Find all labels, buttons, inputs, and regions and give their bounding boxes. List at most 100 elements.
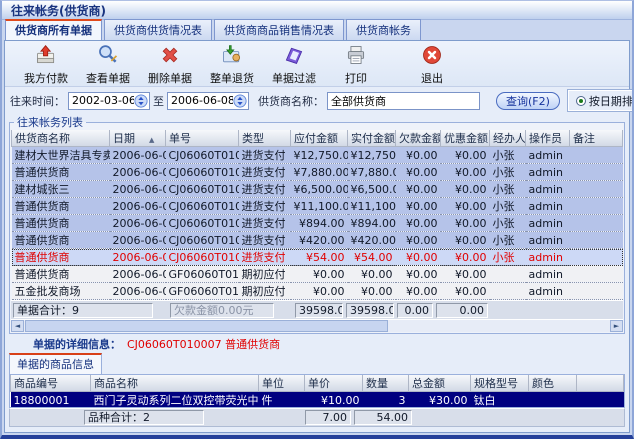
cell <box>570 147 623 164</box>
products-table-wrap: 商品编号 商品名称 单位 单价 数量 总金额 规格型号 颜色 18800001西… <box>9 374 625 408</box>
accounts-group-title: 往来帐务列表 <box>14 114 86 130</box>
cell: admin <box>526 283 570 300</box>
tab-page: 我方付款 查看单据 删除单据 整单退货 <box>4 40 630 433</box>
date-to-field[interactable] <box>167 92 249 110</box>
scroll-right-arrow-icon[interactable]: ► <box>610 320 623 332</box>
tab-document-products[interactable]: 单据的商品信息 <box>9 353 102 374</box>
products-header-row: 商品编号 商品名称 单位 单价 数量 总金额 规格型号 颜色 <box>11 375 624 392</box>
date-to-input[interactable] <box>171 94 233 107</box>
cell: ¥0.00 <box>396 266 441 283</box>
table-row[interactable]: 普通供货商2006-06-07CJ06060T010004进货支付¥11,100… <box>12 198 623 215</box>
col-supplier-name[interactable]: 供货商名称 <box>12 130 110 147</box>
radio-dot-icon <box>576 96 586 106</box>
tab-supplier-accounts[interactable]: 供货商帐务 <box>346 19 421 40</box>
document-detail-line: 单据的详细信息： CJ06060T010007 普通供货商 <box>5 334 629 353</box>
doc-count-total: 单据合计：9 <box>13 303 153 318</box>
cell: ¥11,100.00 <box>291 198 348 215</box>
cell: ¥0.00 <box>441 283 490 300</box>
cell: ¥11,100.0 <box>348 198 396 215</box>
scrollbar-track[interactable] <box>24 320 610 332</box>
cell: ¥6,500.00 <box>348 181 396 198</box>
table-row[interactable]: 建材大世界洁具专卖2006-06-07CJ06060T010001进货支付¥12… <box>12 147 623 164</box>
cell: 进货支付 <box>239 181 291 198</box>
col-debt[interactable]: 欠款金额 <box>396 130 441 147</box>
table-row[interactable]: 普通供货商2006-06-07CJ06060T010002进货支付¥7,880.… <box>12 164 623 181</box>
supplier-name-input[interactable] <box>327 92 480 110</box>
cell: CJ06060T010004 <box>166 198 239 215</box>
table-row[interactable]: 普通供货商2006-06-07CJ06060T010007进货支付¥54.00¥… <box>12 249 623 266</box>
scrollbar-thumb[interactable] <box>25 320 388 332</box>
col-handler[interactable]: 经办人 <box>490 130 526 147</box>
sort-options: 按日期排序 按类型排序 <box>568 90 634 111</box>
cell: ¥7,880.00 <box>348 164 396 181</box>
scroll-left-arrow-icon[interactable]: ◄ <box>11 320 24 332</box>
col-spec-model[interactable]: 规格型号 <box>471 375 529 392</box>
date-spinner-icon[interactable] <box>134 94 148 108</box>
cell <box>577 392 624 409</box>
query-button[interactable]: 查询(F2) <box>496 92 560 110</box>
table-row[interactable]: 普通供货商2006-06-07GF06060T010001期初应付¥0.00¥0… <box>12 266 623 283</box>
table-row[interactable]: 普通供货商2006-06-07CJ06060T010005进货支付¥894.00… <box>12 215 623 232</box>
col-unit[interactable]: 单位 <box>259 375 305 392</box>
tab-supplier-sales-report[interactable]: 供货商商品销售情况表 <box>214 19 344 40</box>
date-from-field[interactable] <box>68 92 150 110</box>
table-row[interactable]: 五金批发商场2006-06-07GF06060T010002期初应付¥0.00¥… <box>12 283 623 300</box>
date-spinner-icon[interactable] <box>233 94 247 108</box>
cell <box>570 266 623 283</box>
cell: ¥420.00 <box>348 232 396 249</box>
col-doc-number[interactable]: 单号 <box>166 130 239 147</box>
tab-supplier-documents[interactable]: 供货商所有单据 <box>5 19 102 40</box>
col-paid[interactable]: 实付金额 <box>348 130 396 147</box>
col-quantity[interactable]: 数量 <box>363 375 409 392</box>
print-button[interactable]: 打印 <box>325 44 387 86</box>
col-discount[interactable]: 优惠金额 <box>441 130 490 147</box>
products-summary-bar: 品种合计：2 7.00 54.00 <box>9 408 625 427</box>
exit-button[interactable]: 退出 <box>401 44 463 86</box>
date-range-separator: 至 <box>153 93 164 109</box>
cell: 进货支付 <box>239 249 291 266</box>
tab-supplier-supply-report[interactable]: 供货商供货情况表 <box>104 19 212 40</box>
horizontal-scrollbar[interactable]: ◄ ► <box>11 319 623 332</box>
filter-documents-button[interactable]: 单据过滤 <box>263 44 325 86</box>
col-product-code[interactable]: 商品编号 <box>11 375 91 392</box>
col-payable[interactable]: 应付金额 <box>291 130 348 147</box>
cell: CJ06060T010005 <box>166 215 239 232</box>
cell: ¥0.00 <box>396 232 441 249</box>
view-document-button[interactable]: 查看单据 <box>77 44 139 86</box>
delete-document-button[interactable]: 删除单据 <box>139 44 201 86</box>
col-unit-price[interactable]: 单价 <box>305 375 363 392</box>
cell <box>570 283 623 300</box>
date-from-input[interactable] <box>72 94 134 107</box>
cell: 小张 <box>490 249 526 266</box>
cell: admin <box>526 147 570 164</box>
col-date[interactable]: 日期▲ <box>110 130 166 147</box>
cell: ¥420.00 <box>291 232 348 249</box>
filter-bar: 往来时间： 至 供货商名称： 查询(F2) <box>5 87 629 114</box>
window-title: 往来帐务(供货商) <box>11 2 106 19</box>
cell <box>570 249 623 266</box>
return-order-button[interactable]: 整单退货 <box>201 44 263 86</box>
view-document-icon <box>97 44 119 69</box>
pay-button[interactable]: 我方付款 <box>15 44 77 86</box>
col-total-amount[interactable]: 总金额 <box>409 375 471 392</box>
table-row[interactable]: 建材城张三2006-06-07CJ06060T010003进货支付¥6,500.… <box>12 181 623 198</box>
accounts-summary-bar: 单据合计：9 欠款金额0.00元 39598.00 39598.00 0.00 … <box>11 300 623 319</box>
delete-icon <box>159 44 181 69</box>
debt-amount-total-label: 欠款金额0.00元 <box>170 303 274 318</box>
sort-by-date-label: 按日期排序 <box>589 93 634 109</box>
cell <box>570 198 623 215</box>
products-table: 商品编号 商品名称 单位 单价 数量 总金额 规格型号 颜色 18800001西… <box>10 375 624 408</box>
debt-total: 0.00 <box>397 303 433 318</box>
cell: ¥12,750.0 <box>348 147 396 164</box>
sort-by-date-radio[interactable]: 按日期排序 <box>576 93 634 109</box>
filter-icon <box>283 44 305 69</box>
col-remark[interactable]: 备注 <box>570 130 623 147</box>
table-row[interactable]: 18800001西门子灵动系列二位双控带荧光中件¥10.003¥30.00钛白 <box>11 392 624 409</box>
col-type[interactable]: 类型 <box>239 130 291 147</box>
table-row[interactable]: 普通供货商2006-06-07CJ06060T010006进货支付¥420.00… <box>12 232 623 249</box>
col-operator[interactable]: 操作员 <box>526 130 570 147</box>
col-color[interactable]: 颜色 <box>529 375 577 392</box>
cell: admin <box>526 266 570 283</box>
col-product-name[interactable]: 商品名称 <box>91 375 259 392</box>
cell: ¥0.00 <box>348 266 396 283</box>
